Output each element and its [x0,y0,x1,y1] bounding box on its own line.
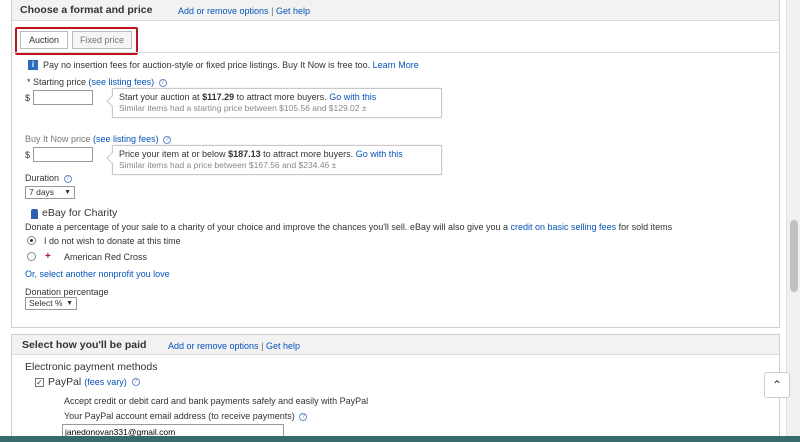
get-help-link[interactable]: Get help [276,6,310,16]
format-price-header: Choose a format and price Add or remove … [12,0,779,21]
radio-no-donation[interactable] [27,236,36,245]
format-price-header-links: Add or remove options | Get help [178,6,310,16]
chevron-up-icon: ⌃ [771,378,783,392]
starting-price-label-row: * Starting price (see listing fees) ? [27,77,167,87]
tip-main-prefix: Start your auction at [119,92,200,102]
info-icon: i [28,60,38,70]
buy-it-now-fees-link[interactable]: (see listing fees) [93,134,159,144]
duration-label-row: Duration ? [25,173,72,183]
buy-it-now-input[interactable] [33,147,93,162]
help-icon[interactable]: ? [63,174,72,183]
add-remove-options-link[interactable]: Add or remove options [178,6,269,16]
buy-it-now-currency: $ [25,150,31,160]
starting-price-tip-sub: Similar items had a starting price betwe… [119,103,367,113]
tip-main-prefix: Price your item at or below [119,149,226,159]
charity-ribbon-icon [31,209,38,219]
payment-title: Select how you'll be paid [22,339,147,351]
paypal-fees-link[interactable]: (fees vary) [84,377,127,387]
starting-price-label: * Starting price [27,77,87,87]
help-icon[interactable]: ? [158,78,167,87]
bottom-bar [0,436,800,442]
paypal-row: PayPal (fees vary) ? [48,376,140,388]
paypal-description: Accept credit or debit card and bank pay… [64,396,369,406]
info-text: Pay no insertion fees for auction-style … [43,60,371,70]
starting-price-currency: $ [25,93,31,103]
red-cross-logo: + [45,251,51,262]
buy-it-now-label: Buy It Now price [25,134,91,144]
starting-price-tip: Start your auction at $117.29 to attract… [106,88,442,118]
credit-fees-link[interactable]: credit on basic selling fees [511,222,617,232]
tabs-highlight-box [15,27,138,55]
donation-percentage-select[interactable]: Select % ▼ [25,297,77,310]
format-price-title: Choose a format and price [20,4,153,16]
learn-more-link[interactable]: Learn More [373,60,419,70]
donation-percentage-label: Donation percentage [25,287,109,297]
tip-suggested-price: $117.29 [202,92,235,102]
tip-suggested-price: $187.13 [228,149,261,159]
header-separator: | [261,341,264,351]
chevron-down-icon: ▼ [66,300,73,307]
chevron-down-icon: ▼ [64,189,71,196]
buy-it-now-tip-main: Price your item at or below $187.13 to a… [119,149,435,159]
charity-description-text: Donate a percentage of your sale to a ch… [25,222,508,232]
electronic-payments-label: Electronic payment methods [25,361,158,373]
starting-price-tip-main: Start your auction at $117.29 to attract… [119,92,435,102]
donation-percentage-value: Select % [29,298,63,308]
help-icon[interactable]: ? [163,135,172,144]
paypal-label: PayPal [48,376,82,388]
get-help-link[interactable]: Get help [266,341,300,351]
payment-header: Select how you'll be paid Add or remove … [12,335,779,355]
tip-main-suffix: to attract more buyers. [263,149,354,159]
charity-description: Donate a percentage of your sale to a ch… [25,222,775,232]
info-line: Pay no insertion fees for auction-style … [43,60,419,70]
tabs-divider [12,52,780,53]
charity-title: eBay for Charity [42,207,118,219]
buy-it-now-tip-sub: Similar items had a price between $167.5… [119,160,337,170]
scrollbar-thumb[interactable] [790,220,798,292]
scroll-to-top-button[interactable]: ⌃ [764,372,790,398]
help-icon[interactable]: ? [299,412,308,421]
duration-select[interactable]: 7 days ▼ [25,186,75,199]
radio-no-donation-label: I do not wish to donate at this time [44,236,181,246]
header-separator: | [271,6,274,16]
buy-it-now-label-row: Buy It Now price (see listing fees) ? [25,134,172,144]
paypal-checkbox[interactable]: ✓ [35,378,44,387]
buy-it-now-tip: Price your item at or below $187.13 to a… [106,145,442,175]
paypal-email-label-row: Your PayPal account email address (to re… [64,411,308,421]
duration-label: Duration [25,173,60,183]
select-other-nonprofit-link[interactable]: Or, select another nonprofit you love [25,269,170,279]
starting-price-fees-link[interactable]: (see listing fees) [89,77,155,87]
payment-header-links: Add or remove options | Get help [168,341,300,351]
radio-red-cross[interactable] [27,252,36,261]
add-remove-options-link[interactable]: Add or remove options [168,341,259,351]
duration-value: 7 days [29,187,55,197]
go-with-this-link[interactable]: Go with this [329,92,376,102]
starting-price-input[interactable] [33,90,93,105]
charity-description-end: for sold items [618,222,673,232]
paypal-email-label: Your PayPal account email address (to re… [64,411,295,421]
go-with-this-link[interactable]: Go with this [356,149,403,159]
radio-red-cross-label: American Red Cross [64,252,148,262]
tip-main-suffix: to attract more buyers. [236,92,327,102]
help-icon[interactable]: ? [131,378,140,387]
